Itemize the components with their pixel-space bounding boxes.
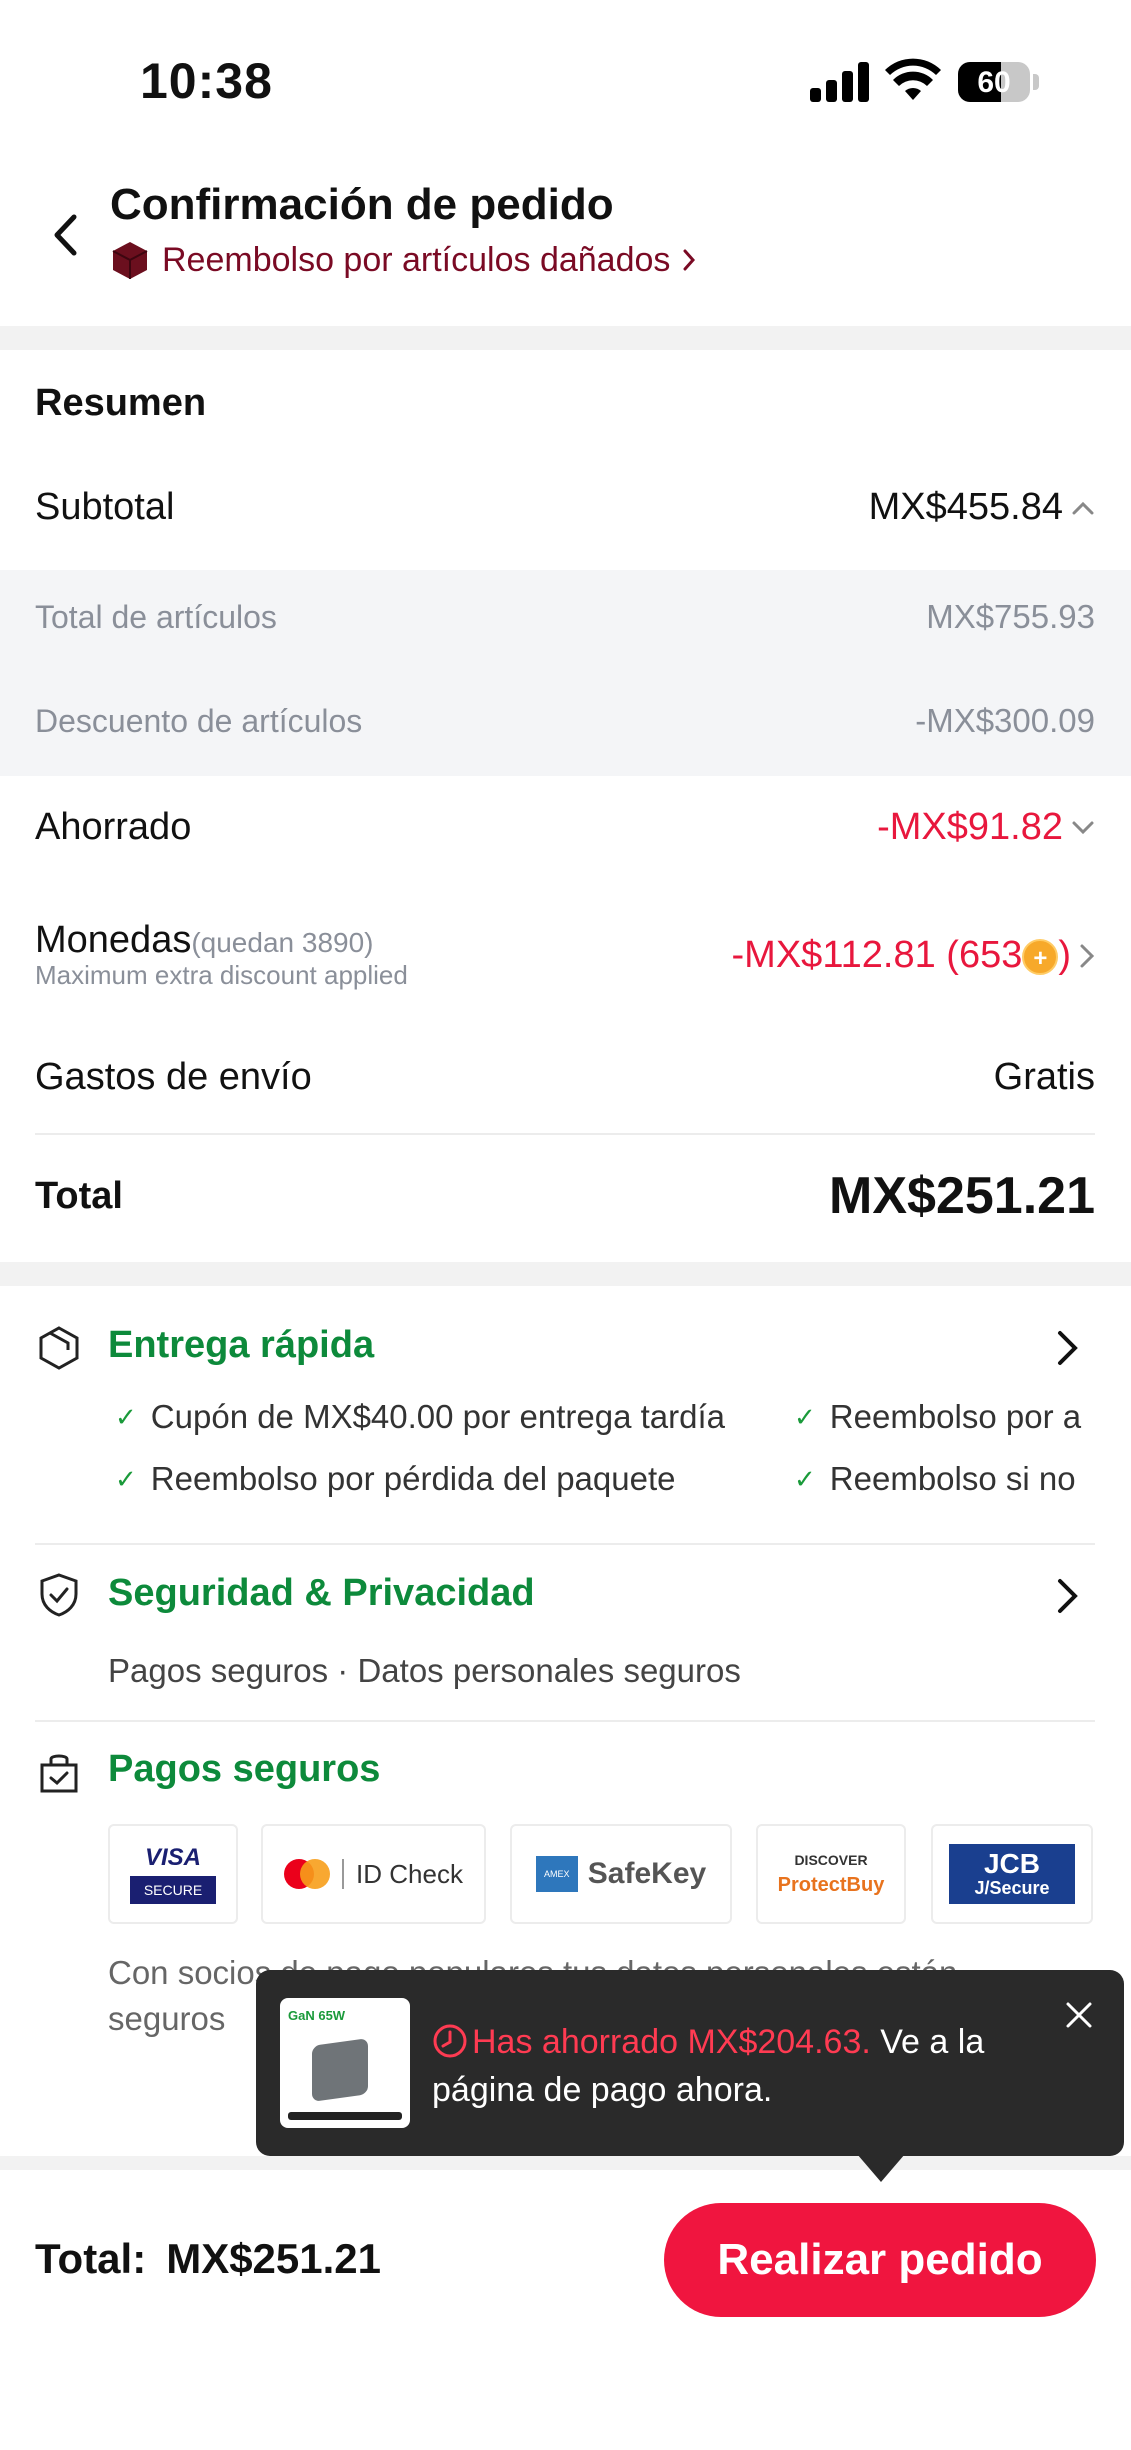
amex-icon: AMEX xyxy=(535,1856,578,1892)
chevron-right-icon xyxy=(1080,944,1095,967)
wifi-icon xyxy=(885,58,941,100)
battery-percent: 60 xyxy=(977,66,1011,99)
check-icon: ✓ xyxy=(115,1401,137,1432)
benefit-item: ✓ Reembolso si no xyxy=(794,1460,1076,1497)
battery-icon: 60 xyxy=(958,62,1030,102)
section-separator xyxy=(0,1262,1131,1286)
shipping-label: Gastos de envío xyxy=(35,1056,312,1098)
amex-safekey-logo: AMEX SafeKey xyxy=(510,1824,732,1924)
status-time: 10:38 xyxy=(140,53,273,109)
place-order-button[interactable]: Realizar pedido xyxy=(664,2203,1096,2317)
items-total-row: Total de artículos MX$755.93 xyxy=(35,598,1095,636)
bottom-total: Total: MX$251.21 xyxy=(35,2235,381,2283)
toast-pointer xyxy=(857,2154,905,2182)
coins-value: -MX$112.81 (653 xyxy=(731,934,1023,976)
charger-image xyxy=(312,2038,368,2102)
coins-label: Monedas xyxy=(35,919,192,961)
coins-remaining: (quedan 3890) xyxy=(191,927,374,958)
status-bar: 10:38 60 xyxy=(0,0,1131,150)
clock-icon xyxy=(433,2024,467,2058)
check-icon: ✓ xyxy=(794,1401,816,1432)
shipping-row: Gastos de envío Gratis xyxy=(35,1056,1095,1099)
chevron-right-icon xyxy=(683,249,696,271)
divider xyxy=(35,1543,1095,1545)
shield-check-icon xyxy=(40,1573,78,1617)
shipping-value: Gratis xyxy=(993,1056,1095,1098)
lock-bag-icon xyxy=(40,1754,78,1793)
section-separator xyxy=(0,2156,1131,2170)
discover-protectbuy-logo: DISCOVER ProtectBuy xyxy=(756,1824,906,1924)
coins-value-end: ) xyxy=(1058,934,1071,976)
mastercard-icon xyxy=(284,1859,331,1889)
battery-cap xyxy=(1033,74,1039,90)
toast-highlight: Has ahorrado MX$204.63. xyxy=(472,2023,871,2061)
coins-note: Maximum extra discount applied xyxy=(35,960,408,990)
refund-link-label: Reembolso por artículos dañados xyxy=(162,240,671,279)
coin-icon: + xyxy=(1022,938,1059,975)
bottom-total-label: Total: xyxy=(35,2235,147,2282)
divider xyxy=(35,1720,1095,1722)
package-icon xyxy=(112,242,148,279)
items-discount-label: Descuento de artículos xyxy=(35,702,363,739)
divider xyxy=(35,1133,1095,1135)
bottom-total-value: MX$251.21 xyxy=(166,2235,382,2282)
chevron-up-icon xyxy=(1072,501,1094,514)
close-icon[interactable] xyxy=(1064,2000,1094,2030)
saved-row[interactable]: Ahorrado -MX$91.82 xyxy=(35,806,1095,849)
items-discount-value: -MX$300.09 xyxy=(915,702,1095,739)
signal-icon xyxy=(810,62,872,102)
benefit-item: ✓ Cupón de MX$40.00 por entrega tardía xyxy=(115,1398,726,1435)
items-total-label: Total de artículos xyxy=(35,598,277,635)
benefit-item: ✓ Reembolso por a xyxy=(794,1398,1082,1435)
fast-delivery-title[interactable]: Entrega rápida xyxy=(108,1324,374,1367)
subtotal-label: Subtotal xyxy=(35,486,175,528)
chevron-down-icon xyxy=(1072,821,1094,834)
page-title: Confirmación de pedido xyxy=(110,180,614,229)
chevron-right-icon[interactable] xyxy=(1055,1328,1081,1368)
security-text: Pagos seguros · Datos personales seguros xyxy=(108,1652,741,1689)
toast-message: Has ahorrado MX$204.63. Ve a la página d… xyxy=(432,2018,1052,2114)
total-row: Total MX$251.21 xyxy=(35,1166,1095,1226)
refund-damaged-link[interactable]: Reembolso por artículos dañados xyxy=(110,240,696,280)
savings-toast[interactable]: GaN 65W Has ahorrado MX$204.63. Ve a la … xyxy=(256,1970,1124,2156)
chevron-right-icon[interactable] xyxy=(1055,1576,1081,1616)
product-thumbnail: GaN 65W xyxy=(280,1998,410,2128)
jcb-jsecure-logo: JCB J/Secure xyxy=(931,1824,1093,1924)
section-separator xyxy=(0,326,1131,350)
check-icon: ✓ xyxy=(794,1463,816,1494)
subtotal-row[interactable]: Subtotal MX$455.84 xyxy=(35,486,1095,529)
secure-payments-title: Pagos seguros xyxy=(108,1748,381,1790)
items-total-value: MX$755.93 xyxy=(926,598,1095,635)
items-discount-row: Descuento de artículos -MX$300.09 xyxy=(35,702,1095,740)
check-icon: ✓ xyxy=(115,1463,137,1494)
chevron-left-icon xyxy=(54,214,77,256)
cable-image xyxy=(288,2112,402,2120)
benefit-item: ✓ Reembolso por pérdida del paquete xyxy=(115,1460,676,1497)
total-label: Total xyxy=(35,1174,123,1217)
back-button[interactable] xyxy=(40,205,90,265)
saved-value: -MX$91.82 xyxy=(877,806,1063,848)
saved-label: Ahorrado xyxy=(35,806,192,848)
summary-title: Resumen xyxy=(35,382,207,424)
header: Confirmación de pedido Reembolso por art… xyxy=(0,150,1131,326)
visa-secure-logo: VISA SECURE xyxy=(108,1824,238,1924)
box-outline-icon xyxy=(39,1326,79,1370)
security-title[interactable]: Seguridad & Privacidad xyxy=(108,1572,535,1615)
total-value: MX$251.21 xyxy=(829,1167,1095,1225)
mastercard-id-check-logo: ID Check xyxy=(261,1824,486,1924)
subtotal-value: MX$455.84 xyxy=(868,486,1063,528)
